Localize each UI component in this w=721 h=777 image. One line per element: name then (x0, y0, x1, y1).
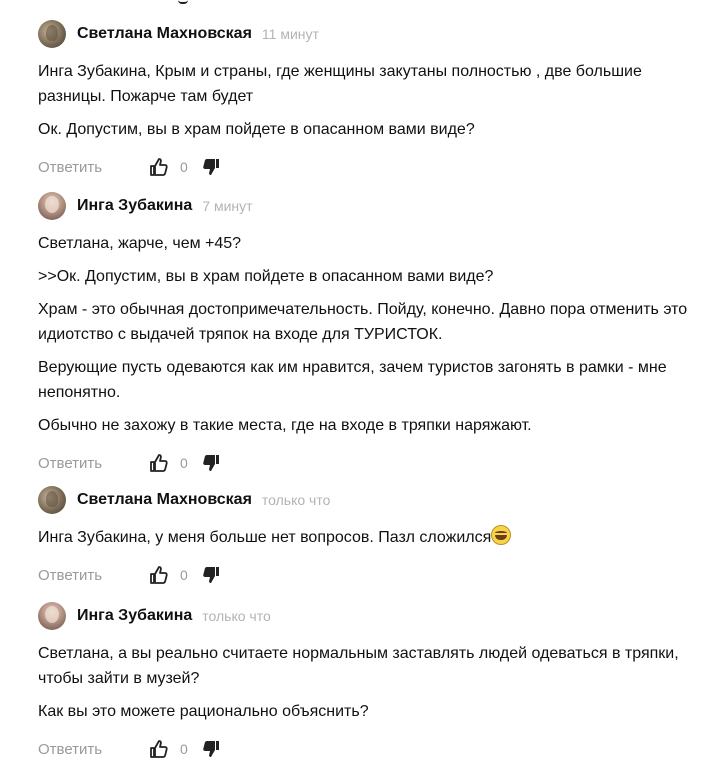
comment-body: Светлана, жарче, чем +45? >>Ок. Допустим… (38, 231, 698, 438)
comment: Инга Зубакина 7 минут Светлана, жарче, ч… (38, 191, 698, 476)
comment-text: Светлана, жарче, чем +45? (38, 235, 242, 252)
avatar[interactable] (38, 192, 66, 220)
reply-button[interactable]: Ответить (38, 741, 148, 758)
comment-text: Инга Зубакина, Крым и страны, где женщин… (38, 63, 642, 105)
like-count: 0 (180, 567, 188, 583)
timestamp: только что (261, 492, 331, 508)
comment-header: Инга Зубакина только что (38, 601, 698, 631)
reply-button[interactable]: Ответить (38, 567, 148, 584)
comment: Светлана Махновская 11 минут Инга Зубаки… (38, 19, 698, 180)
like-count: 0 (180, 455, 188, 471)
comment-header: Светлана Махновская только что (38, 485, 698, 515)
cropped-glyph (178, 0, 188, 4)
reply-button[interactable]: Ответить (38, 455, 148, 472)
avatar[interactable] (38, 486, 66, 514)
thumbs-down-icon[interactable] (200, 452, 222, 474)
like-count: 0 (180, 159, 188, 175)
comment: Светлана Махновская только что Инга Зуба… (38, 485, 698, 588)
avatar[interactable] (38, 602, 66, 630)
comment-actions: Ответить 0 (38, 154, 698, 180)
comment: Инга Зубакина только что Светлана, а вы … (38, 601, 698, 762)
author-name[interactable]: Светлана Махновская (77, 491, 252, 509)
comment-body: Инга Зубакина, Крым и страны, где женщин… (38, 59, 698, 142)
comment-header: Светлана Махновская 11 минут (38, 19, 698, 49)
author-name[interactable]: Инга Зубакина (77, 197, 192, 215)
comment-text: Обычно не захожу в такие места, где на в… (38, 417, 532, 434)
comment-actions: Ответить 0 (38, 450, 698, 476)
comment-text: Как вы это можете рационально объяснить? (38, 703, 369, 720)
author-name[interactable]: Светлана Махновская (77, 25, 252, 43)
comment-body: Инга Зубакина, у меня больше нет вопросо… (38, 525, 698, 550)
comment-actions: Ответить 0 (38, 736, 698, 762)
thumbs-down-icon[interactable] (200, 738, 222, 760)
grinning-sweat-emoji-icon (491, 525, 512, 545)
thumbs-up-icon[interactable] (148, 564, 170, 586)
reply-button[interactable]: Ответить (38, 159, 148, 176)
timestamp: 7 минут (202, 198, 253, 214)
comment-text: >>Ок. Допустим, вы в храм пойдете в опас… (38, 268, 494, 285)
comment-text: Светлана, а вы реально считаете нормальн… (38, 645, 679, 687)
comment-text: Ок. Допустим, вы в храм пойдете в опасан… (38, 121, 475, 138)
thumbs-down-icon[interactable] (200, 564, 222, 586)
timestamp: 11 минут (261, 26, 319, 42)
comment-text: Храм - это обычная достопримечательность… (38, 301, 688, 343)
comment-header: Инга Зубакина 7 минут (38, 191, 698, 221)
comment-actions: Ответить 0 (38, 562, 698, 588)
comment-text: Верующие пусть одеваются как им нравится… (38, 359, 667, 401)
comment-text: Инга Зубакина, у меня больше нет вопросо… (38, 525, 698, 550)
thumbs-up-icon[interactable] (148, 156, 170, 178)
thumbs-up-icon[interactable] (148, 452, 170, 474)
thumbs-down-icon[interactable] (200, 156, 222, 178)
like-count: 0 (180, 741, 188, 757)
author-name[interactable]: Инга Зубакина (77, 607, 192, 625)
timestamp: только что (202, 608, 271, 624)
thumbs-up-icon[interactable] (148, 738, 170, 760)
comment-body: Светлана, а вы реально считаете нормальн… (38, 641, 698, 724)
avatar[interactable] (38, 20, 66, 48)
comment-text-content: Инга Зубакина, у меня больше нет вопросо… (38, 529, 492, 546)
